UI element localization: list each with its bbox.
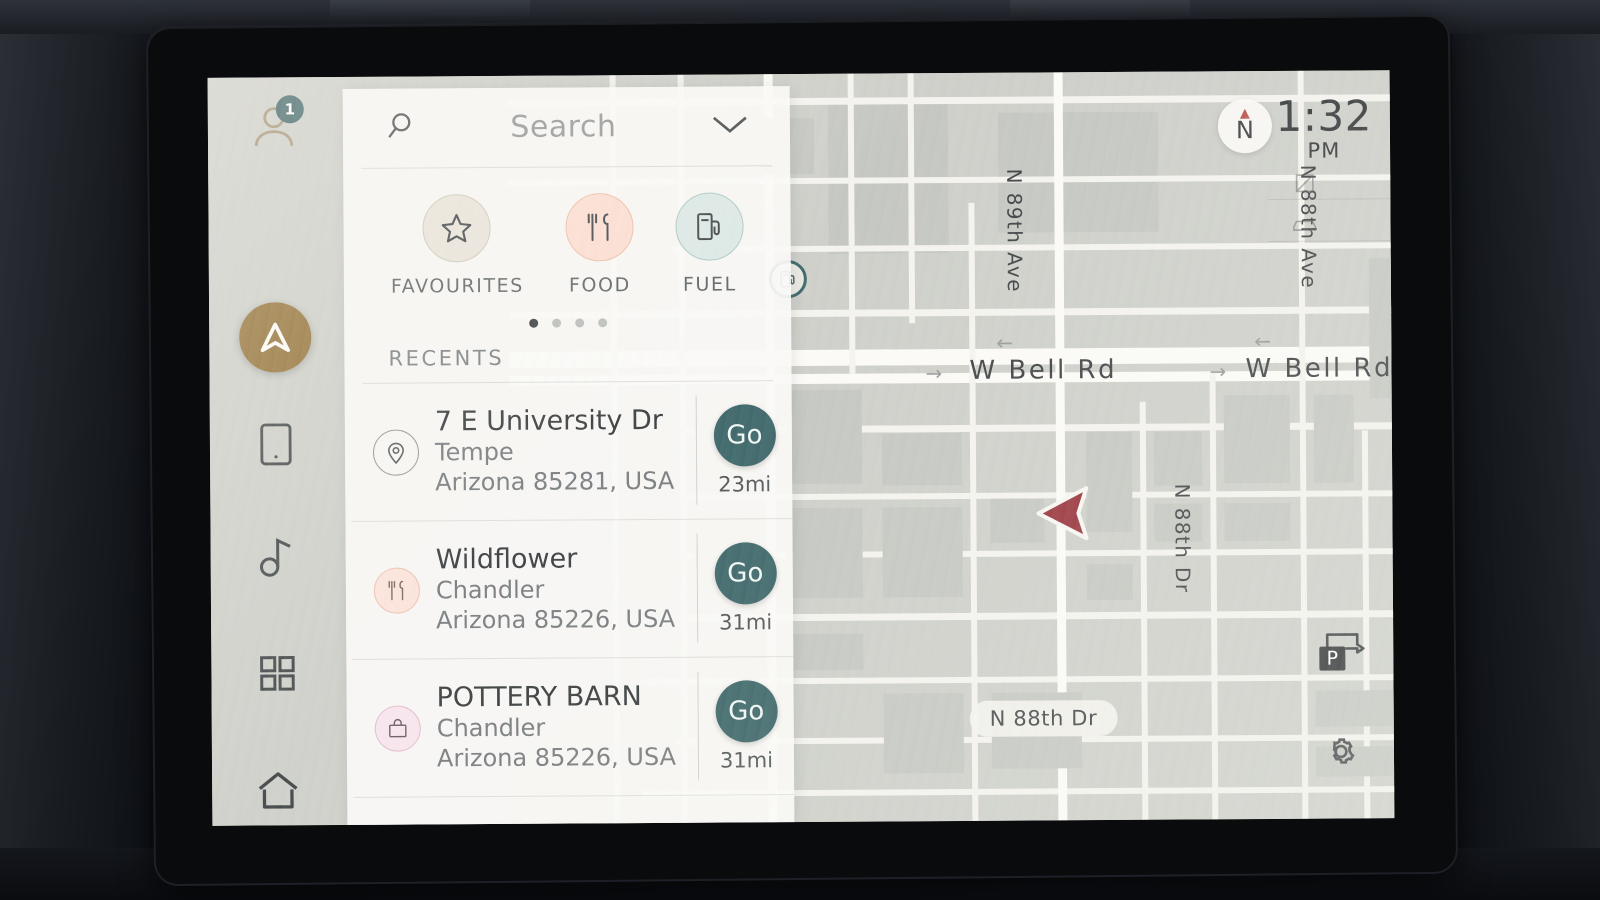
compass-button[interactable]: ▲ N (1217, 98, 1273, 154)
list-item-text: 7 E University Dr Tempe Arizona 85281, U… (435, 404, 697, 498)
list-item[interactable]: Wildflower Chandler Arizona 85226, USA G… (351, 519, 794, 660)
list-item[interactable]: POTTERY BARN Chandler Arizona 85226, USA… (352, 657, 795, 798)
shortcut-label-favourites: FAVOURITES (390, 274, 524, 298)
search-bar[interactable]: Search (360, 86, 773, 169)
chevron-down-icon[interactable] (710, 111, 750, 141)
music-note-icon (260, 538, 291, 578)
recents-list[interactable]: 7 E University Dr Tempe Arizona 85281, U… (345, 381, 795, 826)
list-item-region: Arizona 85226, USA (435, 605, 676, 635)
go-column[interactable]: Go 31mi (696, 533, 794, 643)
vehicle-arrow-icon (1036, 486, 1089, 541)
rail-item-home[interactable] (242, 755, 314, 826)
map-chip-n88dr: N 88th Dr (969, 699, 1118, 737)
go-button[interactable]: Go (714, 679, 778, 743)
profile-notification-badge: 1 (275, 95, 304, 124)
go-button[interactable]: Go (714, 541, 777, 605)
direction-arrow-left-1: ← (996, 330, 1014, 355)
star-icon (422, 194, 492, 263)
pagination-dot-2[interactable] (551, 318, 561, 328)
rail-item-media[interactable] (240, 521, 312, 592)
shortcut-row[interactable]: FAVOURITES FOOD FUEL (343, 166, 791, 304)
list-item-city: Chandler (436, 714, 546, 743)
direction-arrow-right-2: → (1209, 359, 1227, 384)
rail-item-navigation[interactable] (239, 301, 312, 373)
map-pin-icon (372, 428, 420, 476)
infotainment-screen[interactable]: N 89th Ave N 88th Ave N 88th Dr ← ← → → … (207, 70, 1395, 826)
list-item-title: POTTERY BARN (436, 680, 642, 713)
list-item-city: Chandler (435, 576, 545, 605)
car-view-icon[interactable] (1290, 213, 1318, 243)
parking-route-button[interactable]: P (1311, 626, 1369, 678)
shortcut-fuel[interactable]: FUEL (675, 192, 744, 296)
dashboard-surround: N 89th Ave N 88th Ave N 88th Dr ← ← → → … (0, 0, 1600, 900)
search-icon (383, 109, 417, 147)
clock-ampm: PM (1307, 138, 1341, 163)
pagination-dot-1[interactable] (528, 318, 538, 328)
distance-label: 31mi (719, 747, 774, 773)
fuel-pump-icon (675, 192, 744, 261)
distance-label: 31mi (719, 609, 773, 635)
list-item-city: Tempe (434, 438, 514, 467)
direction-arrow-right-1: → (925, 361, 943, 386)
map-label-n88dr: N 88th Dr (1170, 483, 1195, 594)
direction-arrow-left-2: ← (1254, 328, 1272, 354)
map-label-bell-rd-left: W Bell Rd (969, 354, 1118, 386)
navigation-arrow-icon (260, 322, 291, 353)
list-item-region: Arizona 85281, USA (435, 467, 675, 497)
shortcut-label-fuel: FUEL (682, 273, 737, 296)
phone-icon (260, 423, 292, 466)
search-panel[interactable]: Search FAVOURITES FOOD FUEL RECENTS 7 E … (342, 86, 795, 826)
go-button[interactable]: Go (713, 403, 776, 467)
list-item[interactable]: 7 E University Dr Tempe Arizona 85281, U… (350, 381, 793, 522)
shortcut-food[interactable]: FOOD (565, 193, 634, 297)
svg-text:P: P (1327, 648, 1339, 670)
shortcut-favourites[interactable]: FAVOURITES (390, 194, 524, 298)
shopping-bag-icon (374, 704, 421, 752)
pagination-dots[interactable] (344, 301, 791, 333)
distance-label: 23mi (718, 471, 772, 497)
list-item-title: 7 E University Dr (434, 404, 663, 437)
go-column[interactable]: Go 23mi (695, 395, 793, 505)
dash-trim-right (1452, 0, 1600, 900)
list-item-region: Arizona 85226, USA (436, 743, 677, 773)
recents-header: RECENTS (362, 330, 774, 384)
clock-time: 1:32 (1275, 91, 1373, 141)
nav-rail[interactable]: 1 (208, 77, 345, 826)
shortcut-label-food: FOOD (568, 274, 631, 297)
cutlery-icon (565, 193, 634, 262)
search-input[interactable]: Search (427, 109, 700, 146)
apps-grid-icon (260, 656, 295, 691)
status-clock: 1:32 PM (1275, 91, 1373, 163)
home-icon (258, 771, 298, 809)
map-label-bell-rd-right: W Bell Rd (1245, 353, 1394, 385)
map-label-n89ave: N 89th Ave (1002, 168, 1027, 293)
map-layer-icon[interactable] (1292, 171, 1318, 201)
rail-item-profile[interactable]: 1 (238, 91, 310, 162)
go-column[interactable]: Go 31mi (697, 671, 795, 781)
cutlery-icon (373, 566, 421, 614)
list-item-title: Wildflower (435, 543, 578, 575)
dash-vent-left (330, 0, 530, 22)
pagination-dot-3[interactable] (574, 318, 584, 328)
pagination-dot-4[interactable] (597, 318, 607, 328)
rail-item-phone[interactable] (240, 409, 312, 480)
settings-button[interactable] (1320, 730, 1362, 776)
list-item-text: POTTERY BARN Chandler Arizona 85226, USA (436, 680, 698, 774)
list-item-text: Wildflower Chandler Arizona 85226, USA (436, 542, 698, 636)
screen-bezel: N 89th Ave N 88th Ave N 88th Dr ← ← → → … (147, 15, 1457, 885)
rail-item-apps[interactable] (241, 638, 313, 709)
vehicle-position-marker (1030, 482, 1100, 548)
compass-letter: N (1235, 115, 1254, 144)
dash-trim-left (0, 0, 150, 900)
